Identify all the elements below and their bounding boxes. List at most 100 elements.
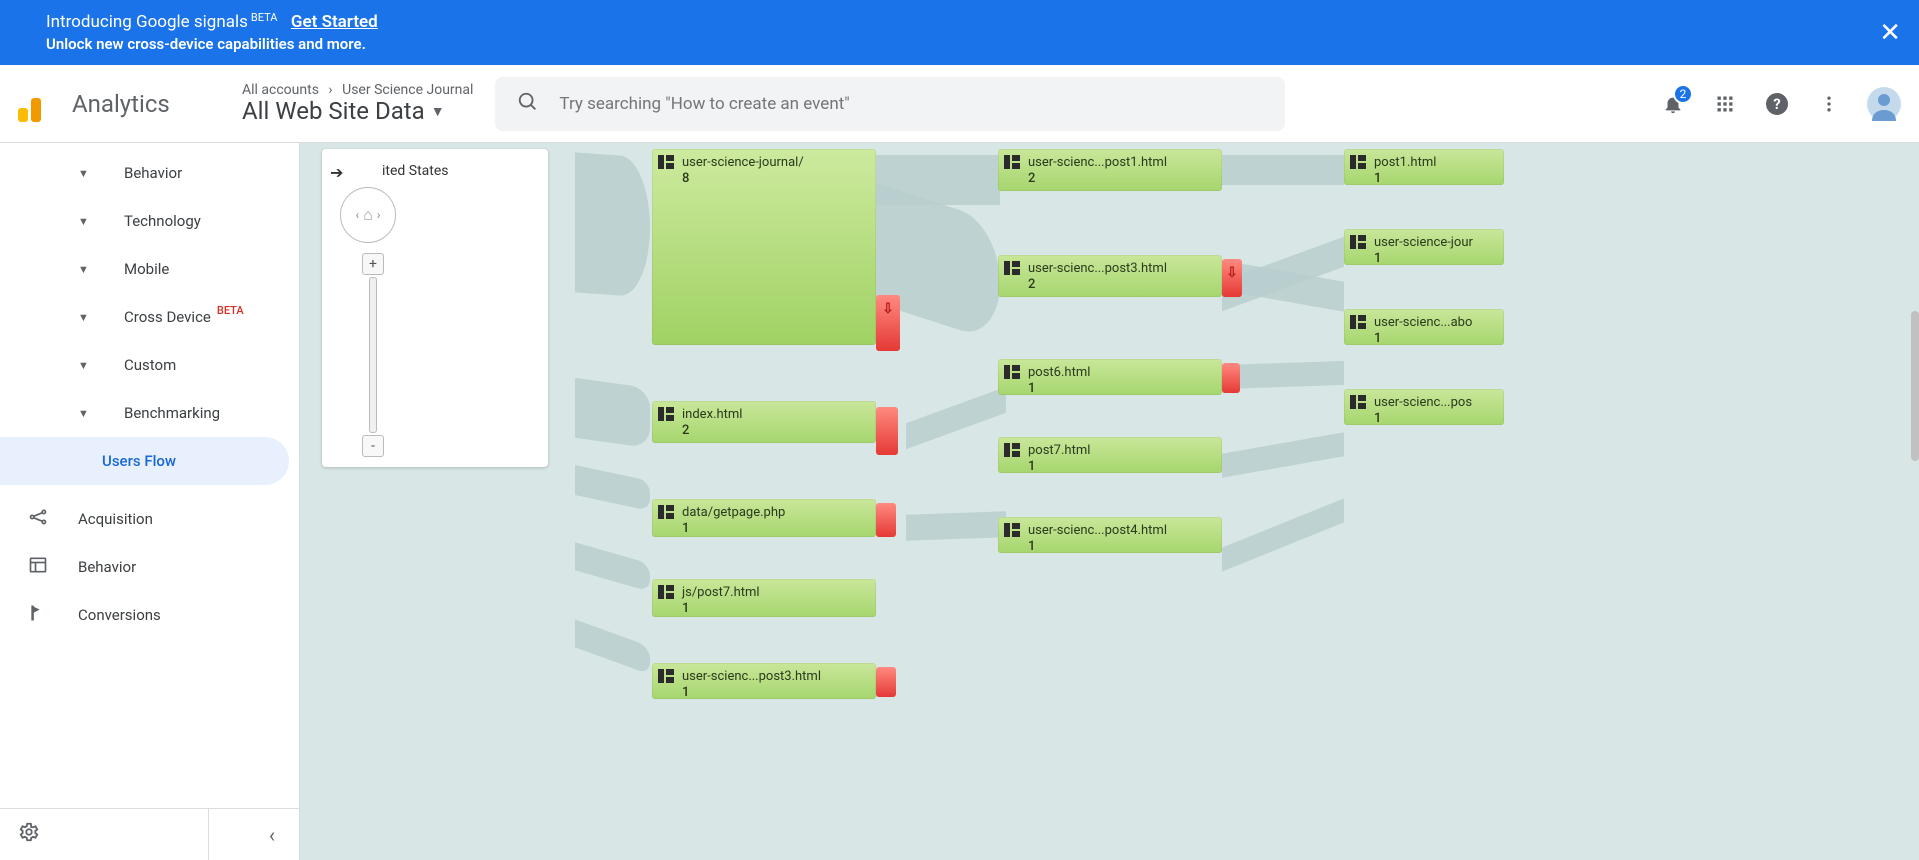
sidebar-section-label: Conversions <box>78 606 161 624</box>
breadcrumb[interactable]: All accounts › User Science Journal All … <box>242 82 473 126</box>
node-count: 2 <box>682 423 868 439</box>
chevron-down-icon[interactable]: ▼ <box>431 104 445 120</box>
node-count: 2 <box>1028 277 1214 293</box>
page-icon <box>1350 315 1366 329</box>
sidebar-item-label: Benchmarking <box>124 404 220 422</box>
notifications-icon[interactable]: 2 <box>1659 90 1687 118</box>
close-icon[interactable]: ✕ <box>1879 18 1901 48</box>
node-count: 1 <box>1374 171 1496 187</box>
node-label: post7.html <box>1028 443 1090 458</box>
node-label: post1.html <box>1374 155 1436 170</box>
chevron-down-icon: ▼ <box>78 215 89 228</box>
sidebar-item-label: Behavior <box>124 164 182 182</box>
dropoff-indicator[interactable] <box>876 503 896 537</box>
node-count: 1 <box>682 521 868 537</box>
page-icon <box>658 155 674 169</box>
dropoff-indicator[interactable]: ⇩ <box>876 295 900 351</box>
zoom-slider[interactable] <box>369 277 377 433</box>
flow-node[interactable]: index.html2 <box>652 401 876 443</box>
chevron-down-icon: ▼ <box>78 311 89 324</box>
flow-canvas[interactable]: ➔ ited States ‹ ⌂ › + - user-science-jou… <box>300 143 1919 860</box>
flow-node[interactable]: user-scienc...post1.html2 <box>998 149 1222 191</box>
zoom-out-button[interactable]: - <box>362 435 384 457</box>
page-icon <box>1350 395 1366 409</box>
flow-node[interactable]: user-scienc...post4.html1 <box>998 517 1222 553</box>
node-count: 1 <box>682 601 868 617</box>
zoom-in-button[interactable]: + <box>362 253 384 275</box>
node-count: 1 <box>682 685 868 701</box>
view-name: All Web Site Data <box>242 98 425 126</box>
conversions-icon <box>28 603 48 628</box>
node-count: 1 <box>1028 459 1214 475</box>
sidebar-item-mobile[interactable]: ▼Mobile <box>0 245 299 293</box>
page-icon <box>1004 261 1020 275</box>
dropoff-indicator[interactable] <box>876 667 896 697</box>
node-label: user-scienc...post3.html <box>1028 261 1167 276</box>
sidebar-item-label: Mobile <box>124 260 169 278</box>
page-icon <box>1004 365 1020 379</box>
sidebar-item-technology[interactable]: ▼Technology <box>0 197 299 245</box>
sidebar-section-behavior[interactable]: Behavior <box>0 543 299 591</box>
sidebar-section-acquisition[interactable]: Acquisition <box>0 495 299 543</box>
flow-node[interactable]: user-scienc...post3.html2 <box>998 255 1222 297</box>
flow-node[interactable]: user-scienc...pos1 <box>1344 389 1504 425</box>
sidebar-item-cross-device[interactable]: ▼Cross DeviceBETA <box>0 293 299 341</box>
more-icon[interactable] <box>1815 90 1843 118</box>
collapse-sidebar-icon[interactable]: ‹ <box>208 809 281 860</box>
sidebar-item-label: Custom <box>124 356 176 374</box>
sidebar-item-custom[interactable]: ▼ Custom <box>0 341 299 389</box>
flow-node[interactable]: user-scienc...abo1 <box>1344 309 1504 345</box>
sidebar-item-label: Cross Device <box>124 308 211 326</box>
minimap-title: ited States <box>382 163 534 179</box>
flow-node[interactable]: user-science-journal/8 <box>652 149 876 345</box>
chevron-down-icon: ▼ <box>78 407 89 420</box>
help-icon[interactable]: ? <box>1763 90 1791 118</box>
sidebar-item-behavior-audience[interactable]: ▼Behavior <box>0 149 299 197</box>
app-header: Analytics All accounts › User Science Jo… <box>0 65 1919 143</box>
flow-node[interactable]: post6.html1 <box>998 359 1222 395</box>
page-icon <box>658 669 674 683</box>
flow-node[interactable]: data/getpage.php1 <box>652 499 876 537</box>
flow-node[interactable]: post1.html1 <box>1344 149 1504 185</box>
node-label: data/getpage.php <box>682 505 785 520</box>
pan-left-icon[interactable]: ‹ <box>356 208 360 222</box>
sidebar-item-benchmarking[interactable]: ▼ Benchmarking <box>0 389 299 437</box>
page-icon <box>658 407 674 421</box>
flow-minimap: ➔ ited States ‹ ⌂ › + - <box>322 149 548 467</box>
gear-icon[interactable] <box>18 821 40 849</box>
chevron-down-icon: ▼ <box>78 359 89 372</box>
pan-right-icon[interactable]: › <box>377 208 381 222</box>
flow-node[interactable]: post7.html1 <box>998 437 1222 473</box>
sidebar: ▼Behavior ▼Technology ▼Mobile ▼Cross Dev… <box>0 143 300 860</box>
page-icon <box>1004 443 1020 457</box>
dropoff-indicator[interactable] <box>876 407 898 455</box>
node-count: 1 <box>1374 251 1496 267</box>
home-icon[interactable]: ⌂ <box>363 205 373 225</box>
node-label: user-science-journal/ <box>682 155 804 170</box>
node-label: user-scienc...post1.html <box>1028 155 1167 170</box>
enter-arrow-icon: ➔ <box>330 163 343 182</box>
sidebar-section-conversions[interactable]: Conversions <box>0 591 299 639</box>
product-name: Analytics <box>72 90 170 118</box>
dropoff-indicator[interactable] <box>1222 363 1240 393</box>
apps-icon[interactable] <box>1711 90 1739 118</box>
flow-node[interactable]: user-science-jour1 <box>1344 229 1504 265</box>
dropoff-indicator[interactable]: ⇩ <box>1222 259 1242 297</box>
avatar[interactable] <box>1867 87 1901 121</box>
search-icon <box>517 91 539 117</box>
flow-node[interactable]: js/post7.html1 <box>652 579 876 617</box>
breadcrumb-account: User Science Journal <box>342 82 473 98</box>
page-icon <box>1350 235 1366 249</box>
flow-node[interactable]: user-scienc...post3.html1 <box>652 663 876 699</box>
node-label: user-science-jour <box>1374 235 1473 250</box>
pan-control[interactable]: ‹ ⌂ › <box>340 187 396 243</box>
behavior-icon <box>28 555 48 580</box>
get-started-link[interactable]: Get Started <box>291 12 378 32</box>
search-bar[interactable] <box>495 77 1285 131</box>
node-label: js/post7.html <box>682 585 760 600</box>
sidebar-item-users-flow[interactable]: Users Flow <box>0 437 289 485</box>
down-arrow-icon: ⇩ <box>1226 265 1238 281</box>
node-count: 1 <box>1374 411 1496 427</box>
page-icon <box>1004 155 1020 169</box>
search-input[interactable] <box>559 94 1263 114</box>
